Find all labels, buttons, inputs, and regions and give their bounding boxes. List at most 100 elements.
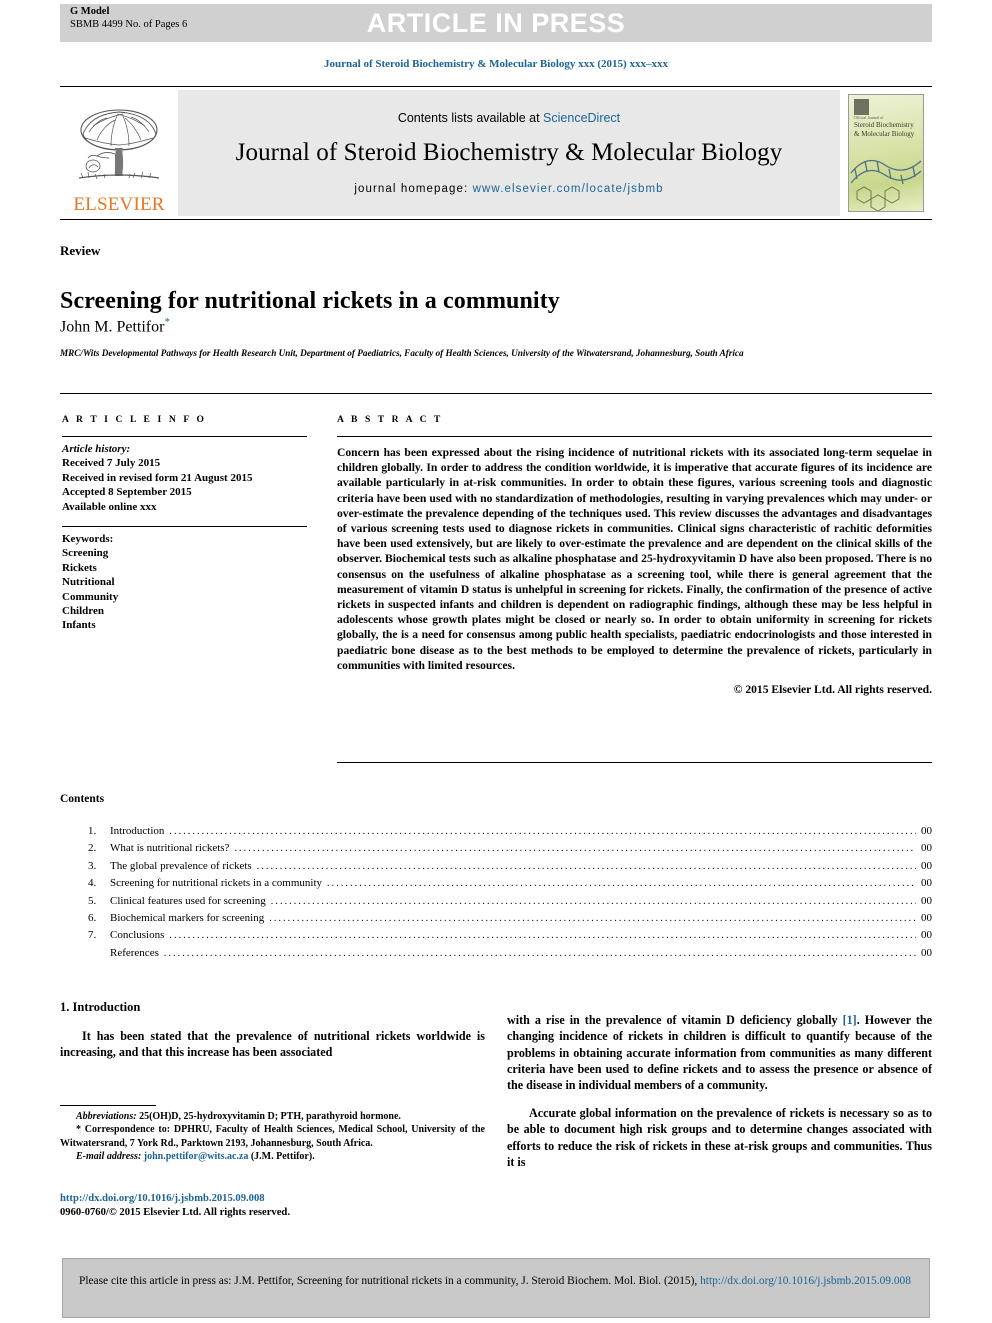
page-title: Screening for nutritional rickets in a c… xyxy=(60,288,560,315)
abstract-heading: A B S T R A C T xyxy=(337,414,443,425)
document-id-label: SBMB 4499 No. of Pages 6 xyxy=(70,18,188,30)
email-label: E-mail address: xyxy=(76,1151,142,1163)
toc-number: 2. xyxy=(88,842,97,855)
toc-page-number: 00 xyxy=(921,912,932,925)
elsevier-wordmark: ELSEVIER xyxy=(73,194,165,215)
toc-label[interactable]: References xyxy=(110,945,164,962)
abbreviations-footnote: Abbreviations: 25(OH)D, 25-hydroxyvitami… xyxy=(60,1110,485,1123)
toc-label[interactable]: The global prevalence of rickets xyxy=(110,858,257,875)
abbreviations-label: Abbreviations: xyxy=(76,1111,137,1122)
citation-reference-1[interactable]: [1] xyxy=(843,1013,857,1027)
toc-row[interactable]: 2. What is nutritional rickets? ........… xyxy=(88,840,932,857)
cover-image: Official Journal of Steroid Biochemistry… xyxy=(848,94,924,212)
g-model-label: G Model xyxy=(70,6,110,17)
toc-number: 7. xyxy=(88,929,97,942)
toc-leader-dots: ........................................… xyxy=(163,947,916,959)
history-received: Received 7 July 2015 xyxy=(62,457,161,470)
article-in-press-banner: ARTICLE IN PRESS xyxy=(60,4,932,42)
abstract-column: A B S T R A C T Concern has been express… xyxy=(337,414,932,696)
author-label: John M. Pettifor xyxy=(60,318,165,336)
divider-below-abstract xyxy=(337,762,932,763)
toc-row[interactable]: 3. The global prevalence of rickets ....… xyxy=(88,858,932,875)
toc-row[interactable]: 4. Screening for nutritional rickets in … xyxy=(88,875,932,892)
journal-title: Journal of Steroid Biochemistry & Molecu… xyxy=(235,139,783,166)
doi-block: http://dx.doi.org/10.1016/j.jsbmb.2015.0… xyxy=(60,1192,520,1220)
email-footnote: E-mail address: john.pettifor@wits.ac.za… xyxy=(60,1150,485,1163)
contents-heading: Contents xyxy=(60,793,105,805)
keyword-item: Rickets xyxy=(62,561,97,574)
keyword-item: Screening xyxy=(62,547,109,560)
footnote-block: Abbreviations: 25(OH)D, 25-hydroxyvitami… xyxy=(60,1110,485,1164)
history-accepted: Accepted 8 September 2015 xyxy=(62,486,192,499)
email-suffix: (J.M. Pettifor). xyxy=(248,1151,315,1163)
footnote-divider xyxy=(60,1105,156,1106)
author-name: John M. Pettifor* xyxy=(60,316,170,336)
author-affiliation: MRC/Wits Developmental Pathways for Heal… xyxy=(60,348,744,358)
right-para-text-a: with a rise in the prevalence of vitamin… xyxy=(507,1013,843,1028)
toc-leader-dots: ........................................… xyxy=(234,843,916,855)
journal-homepage-line: journal homepage: www.elsevier.com/locat… xyxy=(354,183,663,195)
please-cite-text: Please cite this article in press as: J.… xyxy=(79,1275,701,1287)
abstract-copyright: © 2015 Elsevier Ltd. All rights reserved… xyxy=(733,683,932,697)
toc-row[interactable]: 6. Biochemical markers for screening ...… xyxy=(88,910,932,927)
please-cite-doi-link[interactable]: http://dx.doi.org/10.1016/j.jsbmb.2015.0… xyxy=(700,1275,911,1287)
contents-available-label: Contents lists available at xyxy=(397,111,544,125)
homepage-label: journal homepage: xyxy=(354,183,473,195)
keyword-item: Infants xyxy=(62,619,96,632)
toc-label[interactable]: Biochemical markers for screening xyxy=(110,910,269,927)
toc-label[interactable]: Clinical features used for screening xyxy=(110,893,271,910)
correspondence-text: Correspondence to: DPHRU, Faculty of Hea… xyxy=(60,1124,485,1149)
toc-leader-dots: ........................................… xyxy=(169,930,916,942)
abstract-text: Concern has been expressed about the ris… xyxy=(337,446,932,672)
article-type-label: Review xyxy=(60,243,101,258)
toc-label[interactable]: What is nutritional rickets? xyxy=(110,840,234,857)
masthead-center: Contents lists available at ScienceDirec… xyxy=(178,90,840,216)
history-revised: Received in revised form 21 August 2015 xyxy=(62,471,253,484)
email-link[interactable]: john.pettifor@wits.ac.za xyxy=(144,1151,249,1162)
toc-row[interactable]: 5. Clinical features used for screening … xyxy=(88,893,932,910)
divider-above-info xyxy=(60,393,932,394)
toc-label[interactable]: Conclusions xyxy=(110,927,169,944)
toc-page-number: 00 xyxy=(921,859,932,872)
intro-paragraph-right-2: Accurate global information on the preva… xyxy=(507,1106,932,1169)
toc-number: 1. xyxy=(88,825,97,837)
toc-number: 4. xyxy=(88,877,97,890)
toc-row[interactable]: References .............................… xyxy=(88,945,932,962)
please-cite-box: Please cite this article in press as: J.… xyxy=(62,1258,930,1318)
keywords-block: Keywords: Screening Rickets Nutritional … xyxy=(62,527,307,633)
toc-number: 3. xyxy=(88,859,97,872)
toc-page-number: 00 xyxy=(921,894,932,907)
issn-copyright-line: 0960-0760/© 2015 Elsevier Ltd. All right… xyxy=(60,1207,290,1219)
toc-label[interactable]: Screening for nutritional rickets in a c… xyxy=(110,875,327,892)
toc-page-number: 00 xyxy=(921,877,932,890)
intro-paragraph-left: It has been stated that the prevalence o… xyxy=(60,1029,485,1060)
toc-number: 6. xyxy=(88,912,97,925)
toc-leader-dots: ........................................… xyxy=(327,878,916,890)
abbreviations-text: 25(OH)D, 25-hydroxyvitamin D; PTH, parat… xyxy=(136,1111,401,1122)
cover-dna-helix-icon xyxy=(850,159,922,211)
article-history-block: Article history: Received 7 July 2015 Re… xyxy=(62,437,307,514)
toc-row[interactable]: 1. Introduction ........................… xyxy=(88,823,932,840)
toc-leader-dots: ........................................… xyxy=(256,860,916,872)
toc-label[interactable]: Introduction xyxy=(110,823,169,840)
article-history-label: Article history: xyxy=(62,443,131,455)
table-of-contents: 1. Introduction ........................… xyxy=(88,823,932,962)
toc-number: 5. xyxy=(88,894,97,907)
journal-masthead: ELSEVIER Contents lists available at Sci… xyxy=(60,86,932,220)
sciencedirect-link[interactable]: ScienceDirect xyxy=(543,111,620,125)
doi-link[interactable]: http://dx.doi.org/10.1016/j.jsbmb.2015.0… xyxy=(60,1192,520,1206)
keyword-item: Community xyxy=(62,590,119,603)
toc-leader-dots: ........................................… xyxy=(169,826,916,837)
article-in-press-label: ARTICLE IN PRESS xyxy=(366,7,626,38)
toc-leader-dots: ........................................… xyxy=(269,913,916,925)
section-heading-introduction: 1. Introduction xyxy=(60,1000,141,1014)
journal-running-head: Journal of Steroid Biochemistry & Molecu… xyxy=(324,58,668,70)
keyword-item: Children xyxy=(62,605,104,618)
homepage-link[interactable]: www.elsevier.com/locate/jsbmb xyxy=(473,183,664,195)
toc-page-number: 00 xyxy=(921,929,932,942)
intro-paragraph-right-continued: with a rise in the prevalence of vitamin… xyxy=(507,1012,932,1093)
history-available-online: Available online xxx xyxy=(62,500,157,513)
article-info-heading: A R T I C L E I N F O xyxy=(62,414,207,425)
toc-row[interactable]: 7. Conclusions .........................… xyxy=(88,927,932,944)
body-column-left: 1. Introduction It has been stated that … xyxy=(60,1000,485,1073)
